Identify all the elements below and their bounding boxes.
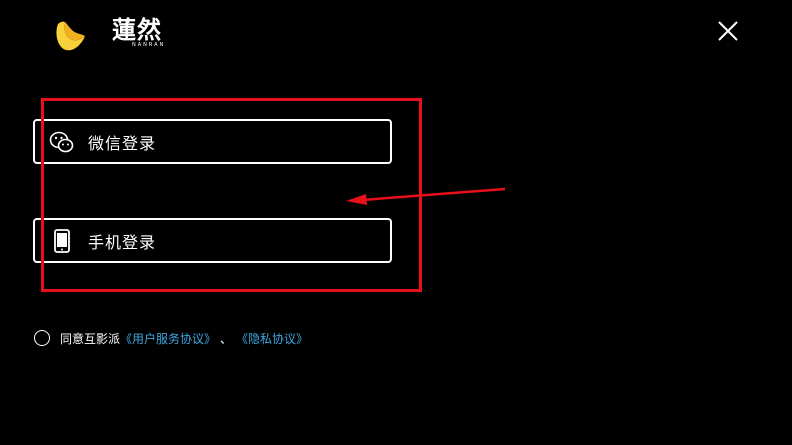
close-icon <box>718 21 738 41</box>
agreement-row: 同意互影派 《用户服务协议》 、 《隐私协议》 <box>34 328 308 348</box>
agree-radio[interactable] <box>34 330 50 346</box>
brand-logo-text: 蓮然 NANRAN <box>112 16 164 56</box>
privacy-policy-link[interactable]: 《隐私协议》 <box>236 330 308 347</box>
close-button[interactable] <box>716 19 740 43</box>
banana-logo-icon <box>52 20 88 54</box>
brand-name: 蓮然 <box>112 15 162 44</box>
brand-subtext: NANRAN <box>132 42 166 48</box>
annotation-arrow-icon <box>346 187 506 205</box>
agreement-prefix: 同意互影派 <box>60 331 121 346</box>
user-agreement-link[interactable]: 《用户服务协议》 <box>120 330 216 347</box>
agreement-separator: 、 <box>220 331 233 346</box>
